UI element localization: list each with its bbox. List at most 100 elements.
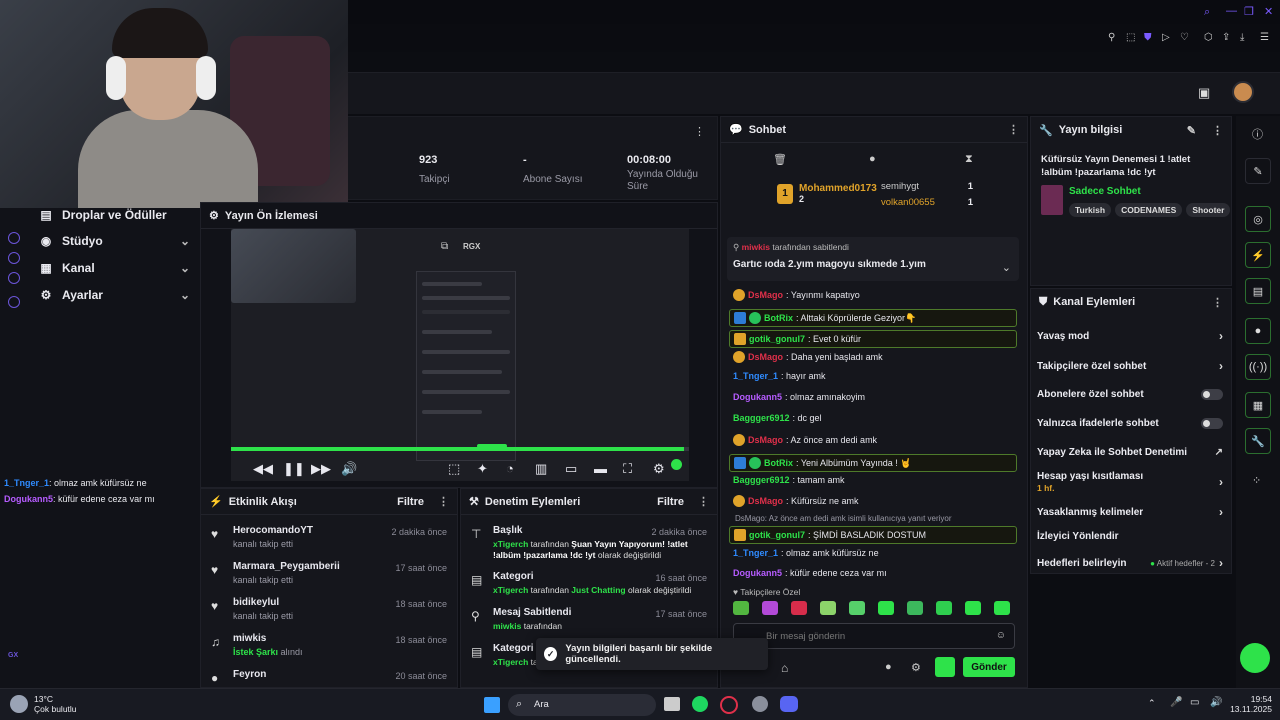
chat-message[interactable]: Dogukann5: olmaz amınakoyim: [733, 392, 865, 402]
edit-icon[interactable]: ✎: [1245, 158, 1271, 184]
chat-username[interactable]: Dogukann5: [733, 392, 782, 402]
playback-progress[interactable]: [231, 447, 689, 451]
emote[interactable]: [994, 601, 1010, 615]
sparkle-icon[interactable]: ✦: [477, 461, 488, 477]
inbox-icon[interactable]: ▣: [1198, 85, 1210, 101]
rail-icon[interactable]: [8, 272, 20, 284]
chat-message[interactable]: DsMago: Daha yeni başladı amk: [733, 351, 883, 363]
emote[interactable]: [820, 601, 836, 615]
screenshot-icon[interactable]: ⧉: [441, 241, 448, 252]
filter-button[interactable]: Filtre: [397, 496, 424, 508]
crop-icon[interactable]: ⬚: [448, 461, 460, 477]
chevron-down-icon[interactable]: ⌄: [1002, 261, 1011, 274]
more-icon[interactable]: ⋮: [438, 495, 449, 508]
edit-icon[interactable]: ✎: [1187, 124, 1196, 137]
chat-settings-icon[interactable]: ●: [885, 661, 892, 673]
wrench-icon[interactable]: 🔧: [1245, 428, 1271, 454]
action-raid[interactable]: İzleyici Yönlendir: [1037, 531, 1223, 542]
more-icon[interactable]: ⋮: [694, 125, 705, 138]
hourglass-icon[interactable]: ⧗: [965, 153, 973, 166]
search-icon[interactable]: ⌕: [1204, 6, 1210, 19]
steam-icon[interactable]: [752, 696, 768, 712]
speed-icon[interactable]: ◔: [506, 461, 514, 476]
chat-message[interactable]: gotik_gonul7: Evet 0 küfür: [729, 330, 1017, 348]
discord-icon[interactable]: [780, 696, 798, 712]
rewind-icon[interactable]: ◀◀: [253, 461, 273, 477]
nav-settings[interactable]: ⚙ Ayarlar ⌄: [40, 288, 190, 302]
chat-username[interactable]: BotRix: [764, 313, 793, 323]
more-icon[interactable]: ⋮: [1212, 296, 1223, 309]
emote-toggle[interactable]: [1201, 418, 1223, 429]
action-account-age[interactable]: Hesap yaşı kısıtlaması 1 hf. ›: [1037, 471, 1223, 493]
bolt-icon[interactable]: ⚡: [1245, 242, 1271, 268]
info-icon[interactable]: ⓘ: [1252, 126, 1263, 142]
chat-username[interactable]: DsMago: [748, 435, 783, 445]
crop-icon[interactable]: ⬚: [1126, 32, 1135, 43]
windows-start-icon[interactable]: [484, 697, 500, 713]
action-ai-moderation[interactable]: Yapay Zeka ile Sohbet Denetimi ↗: [1037, 447, 1223, 458]
trash-icon[interactable]: 🗑: [773, 153, 787, 166]
pip-icon[interactable]: ▭: [565, 461, 577, 477]
opera-gx-icon[interactable]: [720, 696, 738, 714]
filter-button[interactable]: Filtre: [657, 496, 684, 508]
document-icon[interactable]: ▤: [1245, 278, 1271, 304]
chat-username[interactable]: 1_Tnger_1: [733, 371, 778, 381]
speaker-icon[interactable]: 🔊: [1210, 697, 1222, 708]
nav-drops[interactable]: ▤ Droplar ve Ödüller: [40, 208, 190, 222]
dots-icon[interactable]: ⁘: [1252, 474, 1261, 487]
chat-message[interactable]: DsMago: Yayınmı kapatıyo: [733, 289, 860, 301]
chat-username[interactable]: gotik_gonul7: [749, 334, 805, 344]
pinned-message[interactable]: ⚲ miwkis tarafından sabitlendi Gartıc ıo…: [727, 237, 1019, 281]
pin-icon[interactable]: ⚲: [1108, 32, 1115, 43]
close-icon[interactable]: ✕: [1264, 5, 1273, 18]
send-button[interactable]: Gönder: [963, 657, 1015, 677]
emote[interactable]: [791, 601, 807, 615]
chat-username[interactable]: 1_Tnger_1: [733, 548, 778, 558]
maximize-icon[interactable]: ❐: [1244, 5, 1254, 18]
preview-video[interactable]: ⧉ RGX: [231, 229, 689, 481]
chat-message[interactable]: Baggger6912: dc gel: [733, 413, 822, 423]
action-slow-mode[interactable]: Yavaş mod ›: [1037, 329, 1223, 343]
chat-username[interactable]: DsMago: [748, 290, 783, 300]
more-icon[interactable]: ⋮: [1008, 123, 1019, 136]
more-icon[interactable]: ⋮: [1212, 124, 1223, 137]
nav-channel[interactable]: ▦ Kanal ⌄: [40, 261, 190, 275]
chat-message[interactable]: BotRix: Alttaki Köprülerde Geziyor👇: [729, 309, 1017, 327]
emote[interactable]: [907, 601, 923, 615]
share-icon[interactable]: ⇪: [1222, 32, 1230, 43]
chat-username[interactable]: DsMago: [748, 496, 783, 506]
action-subs-only[interactable]: Abonelere özel sohbet: [1037, 389, 1223, 400]
gear-icon[interactable]: ⚙: [911, 661, 921, 674]
kick-logo-icon[interactable]: [935, 657, 955, 677]
emote[interactable]: [965, 601, 981, 615]
chat-input[interactable]: Bir mesaj gönderin ☺: [733, 623, 1015, 649]
more-icon[interactable]: ⋮: [698, 495, 709, 508]
chat-username[interactable]: Baggger6912: [733, 413, 790, 423]
chat-username[interactable]: gotik_gonul7: [749, 530, 805, 540]
rail-icon[interactable]: [8, 232, 20, 244]
emote[interactable]: [878, 601, 894, 615]
search-box[interactable]: ⌕ Ara: [508, 694, 656, 716]
avatar[interactable]: [1232, 81, 1254, 103]
emote[interactable]: [849, 601, 865, 615]
action-goals[interactable]: Hedefleri belirleyin ● Aktif hedefler - 2…: [1037, 556, 1223, 570]
chat-message[interactable]: gotik_gonul7: ŞİMDİ BASLADIK DOSTUM: [729, 526, 1017, 544]
emote[interactable]: [762, 601, 778, 615]
chat-message[interactable]: 1_Tnger_1: hayır amk: [733, 371, 826, 381]
chat-message[interactable]: DsMago: Küfürsüz ne amk: [733, 495, 859, 507]
mic-icon[interactable]: 🎤: [1170, 697, 1182, 708]
pause-icon[interactable]: ❚❚: [283, 461, 305, 477]
rail-icon[interactable]: [8, 296, 20, 308]
play-icon[interactable]: ▷: [1162, 32, 1170, 43]
nav-studio[interactable]: ◉ Stüdyo ⌄: [40, 234, 190, 248]
clock[interactable]: 19:54 13.11.2025: [1222, 694, 1272, 714]
display-icon[interactable]: ▭: [1190, 697, 1199, 708]
menu-icon[interactable]: ☰: [1260, 32, 1269, 43]
minimize-icon[interactable]: —: [1226, 5, 1237, 17]
shield-icon[interactable]: ⛊: [1144, 32, 1152, 43]
stats-icon[interactable]: ▥: [535, 461, 547, 477]
subs-toggle[interactable]: [1201, 389, 1223, 400]
emote[interactable]: [733, 601, 749, 615]
chat-message[interactable]: Baggger6912: tamam amk: [733, 475, 845, 485]
volume-icon[interactable]: 🔊: [341, 461, 357, 477]
